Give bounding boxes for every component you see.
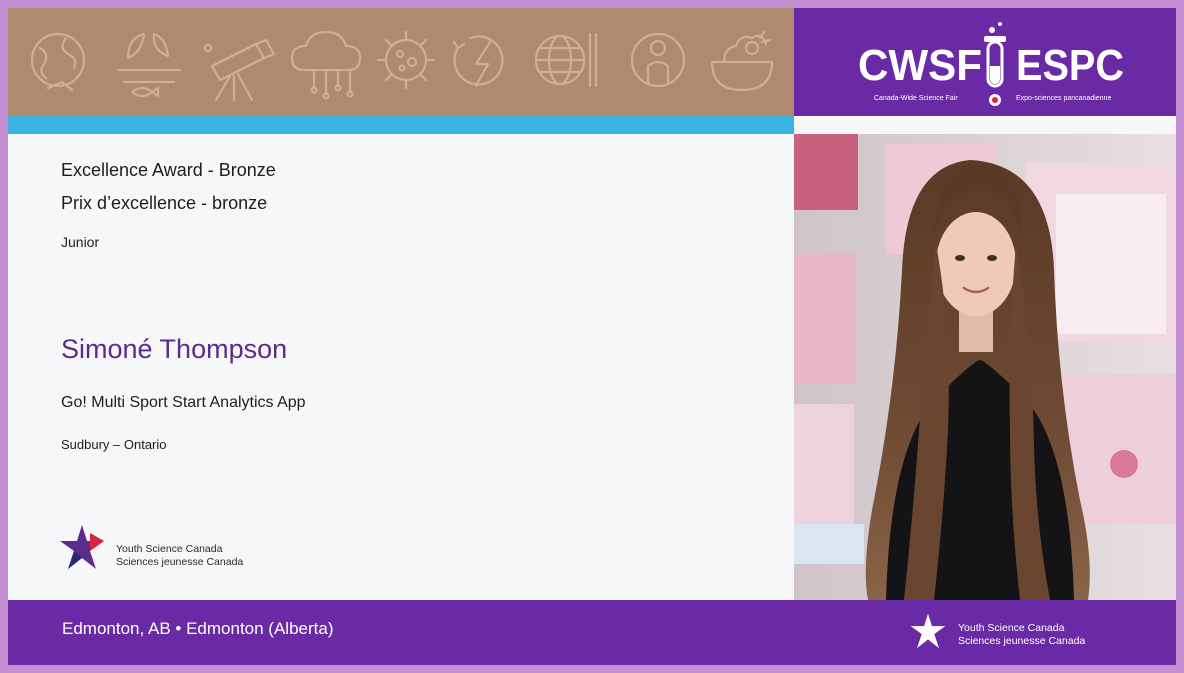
event-location: Edmonton, AB • Edmonton (Alberta) xyxy=(62,619,334,638)
energy-icon xyxy=(452,35,504,88)
ysc-footer-name-fr: Sciences jeunesse Canada xyxy=(958,635,1086,647)
ysc-star-white-icon xyxy=(910,613,946,649)
ysc-footer-logo: Youth Science Canada Sciences jeunesse C… xyxy=(910,612,1110,656)
accent-bar xyxy=(8,116,794,134)
ysc-footer-name-en: Youth Science Canada xyxy=(958,622,1065,634)
ysc-logo: Youth Science Canada Sciences jeunesse C… xyxy=(60,523,260,579)
ysc-star-icon xyxy=(60,525,104,569)
person-icon xyxy=(630,32,686,88)
award-title-fr: Prix d’excellence - bronze xyxy=(61,193,268,213)
test-tube-icon xyxy=(984,22,1006,106)
student-photo xyxy=(794,134,1176,600)
telescope-icon xyxy=(203,38,276,102)
ysc-name-fr: Sciences jeunesse Canada xyxy=(116,556,244,568)
logo-sub-fr: Expo-sciences pancanadienne xyxy=(1016,95,1111,102)
science-icons-banner xyxy=(8,8,794,116)
virus-icon xyxy=(376,30,436,90)
footer-bar: Edmonton, AB • Edmonton (Alberta) Youth … xyxy=(8,600,1176,665)
cwsf-espc-logo: CWSF ESPC Canada-Wide Science Fair Expo-… xyxy=(794,8,1176,116)
logo-sub-en: Canada-Wide Science Fair xyxy=(874,95,958,102)
plant-icon xyxy=(116,32,182,98)
food-bowl-icon xyxy=(710,30,774,92)
cloud-icon xyxy=(290,30,362,100)
award-title-en: Excellence Award - Bronze xyxy=(61,160,276,180)
project-title: Go! Multi Sport Start Analytics App xyxy=(61,394,306,411)
globe-icon xyxy=(30,32,86,92)
award-slide: CWSF ESPC Canada-Wide Science Fair Expo-… xyxy=(8,8,1176,665)
world-grid-icon xyxy=(534,32,598,88)
logo-cwsf-text: CWSF xyxy=(858,41,982,90)
award-category: Junior xyxy=(61,234,100,250)
student-name: Simoné Thompson xyxy=(61,334,288,364)
logo-espc-text: ESPC xyxy=(1016,41,1124,90)
ysc-name-en: Youth Science Canada xyxy=(116,543,223,555)
student-location: Sudbury – Ontario xyxy=(61,437,167,452)
